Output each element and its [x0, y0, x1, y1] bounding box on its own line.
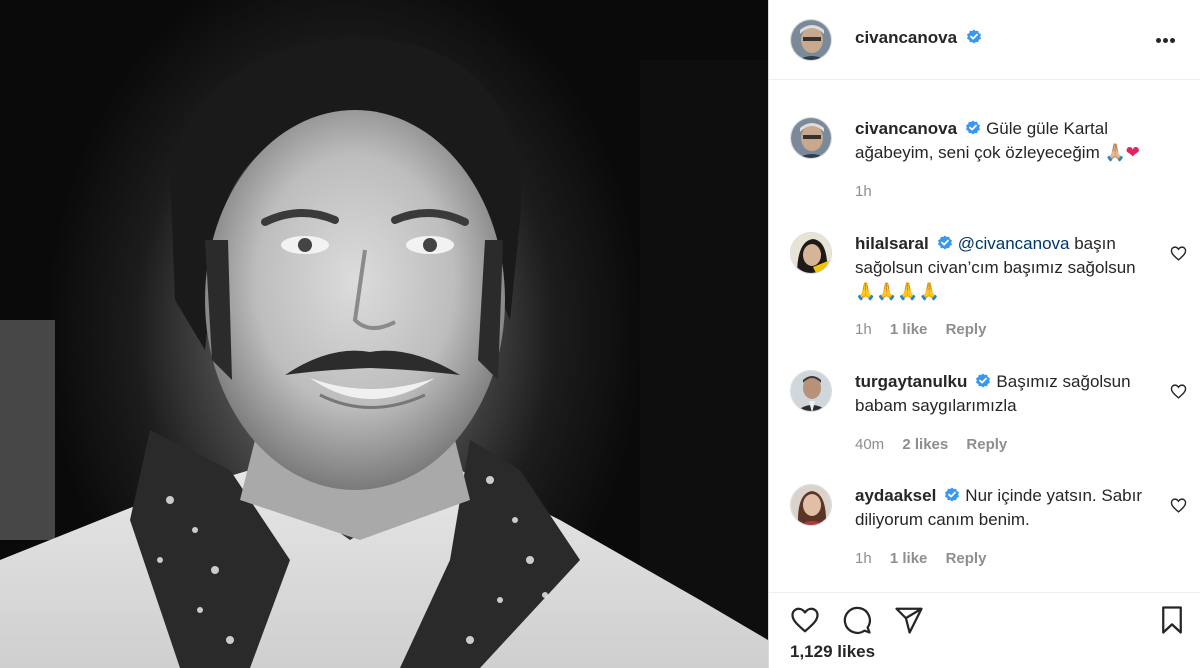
comment-likes[interactable]: 2 likes — [902, 436, 948, 453]
verified-badge-icon — [945, 487, 960, 502]
commenter-username[interactable]: turgaytanulku — [855, 372, 967, 391]
verified-badge-icon — [937, 235, 952, 250]
pray-emoji: 🙏🏼 — [1104, 143, 1126, 163]
caption-avatar[interactable] — [790, 117, 832, 159]
comment-likes[interactable]: 1 like — [890, 550, 928, 567]
comment-time[interactable]: 1h — [855, 321, 872, 338]
caption-time[interactable]: 1h — [855, 183, 872, 200]
author-username[interactable]: civancanova — [855, 28, 957, 47]
comment-like-heart-icon[interactable] — [1170, 497, 1187, 514]
comment-time[interactable]: 1h — [855, 550, 872, 567]
post-header: civancanova — [769, 0, 1200, 80]
comment-like-heart-icon[interactable] — [1170, 245, 1187, 262]
caption-meta: 1h — [855, 183, 886, 200]
comment-time[interactable]: 40m — [855, 436, 884, 453]
pray-emoji: 🙏🙏🙏🙏 — [855, 282, 940, 302]
caption-username[interactable]: civancanova — [855, 119, 957, 138]
verified-badge-icon — [966, 29, 981, 44]
more-options-icon[interactable] — [1156, 30, 1182, 50]
share-icon[interactable] — [894, 605, 924, 635]
commenter-avatar[interactable] — [790, 232, 832, 274]
commenter-avatar[interactable] — [790, 484, 832, 526]
author-avatar[interactable] — [790, 19, 832, 61]
heart-emoji: ❤ — [1125, 143, 1140, 163]
comment-meta: 1h 1 like Reply — [855, 550, 1000, 567]
comment-meta: 40m 2 likes Reply — [855, 436, 1021, 453]
comment-like-heart-icon[interactable] — [1170, 383, 1187, 400]
verified-badge-icon — [976, 373, 991, 388]
mention-link[interactable]: @civancanova — [958, 234, 1070, 253]
post-details-panel: civancanova civancanova Güle güle Kartal … — [769, 0, 1200, 668]
comment-likes[interactable]: 1 like — [890, 321, 928, 338]
verified-badge-icon — [966, 120, 981, 135]
commenter-username[interactable]: aydaaksel — [855, 486, 936, 505]
reply-button[interactable]: Reply — [946, 321, 987, 338]
comment-icon[interactable] — [842, 605, 872, 635]
comment-meta: 1h 1 like Reply — [855, 321, 1000, 338]
commenter-username[interactable]: hilalsaral — [855, 234, 929, 253]
post-photo — [0, 0, 768, 668]
reply-button[interactable]: Reply — [966, 436, 1007, 453]
commenter-avatar[interactable] — [790, 370, 832, 412]
heart-icon[interactable] — [790, 605, 820, 635]
likes-count[interactable]: 1,129 likes — [790, 642, 875, 662]
portrait-image — [0, 38, 768, 668]
post-actions-bar — [769, 592, 1200, 635]
bookmark-icon[interactable] — [1157, 605, 1187, 635]
reply-button[interactable]: Reply — [946, 550, 987, 567]
